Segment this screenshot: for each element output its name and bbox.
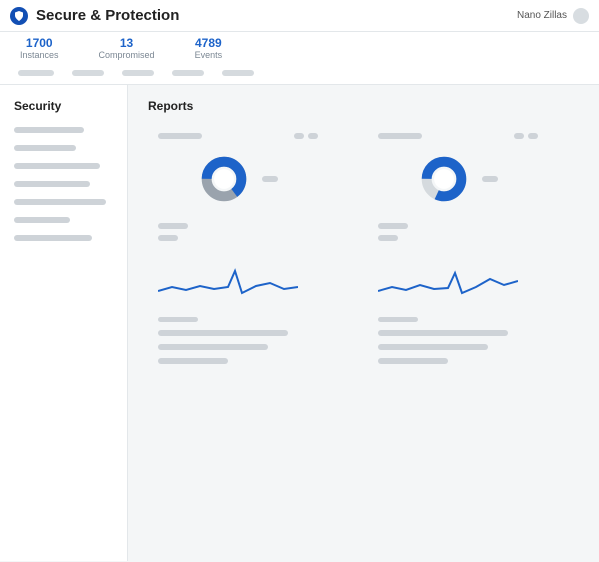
stat-instances[interactable]: 1700 Instances — [20, 37, 59, 60]
detail-heading-placeholder — [158, 317, 198, 322]
card-actions — [294, 133, 318, 139]
stat-value: 1700 — [20, 37, 59, 50]
detail-line-placeholder — [378, 330, 508, 336]
filter-pill[interactable] — [222, 70, 254, 76]
metric-placeholder — [378, 235, 398, 241]
filter-pill[interactable] — [18, 70, 54, 76]
donut-legend — [482, 176, 498, 182]
card-details — [378, 317, 538, 364]
app-title: Secure & Protection — [36, 7, 179, 24]
card-title-placeholder — [158, 133, 202, 139]
report-card — [158, 133, 318, 372]
metric-placeholder — [158, 235, 178, 241]
card-action[interactable] — [308, 133, 318, 139]
sidebar-item[interactable] — [14, 127, 84, 133]
metric-placeholder — [378, 223, 408, 229]
main-content: Reports — [128, 85, 599, 561]
filter-pill[interactable] — [72, 70, 104, 76]
sparkline-chart — [158, 263, 318, 303]
card-details — [158, 317, 318, 364]
sidebar-item[interactable] — [14, 181, 90, 187]
sidebar-title: Security — [14, 99, 113, 113]
donut-chart — [198, 153, 250, 205]
sidebar-item[interactable] — [14, 163, 100, 169]
sidebar: Security — [0, 85, 128, 561]
filter-pill[interactable] — [122, 70, 154, 76]
stat-label: Events — [195, 50, 223, 60]
detail-line-placeholder — [158, 358, 228, 364]
card-title-placeholder — [378, 133, 422, 139]
card-actions — [514, 133, 538, 139]
detail-line-placeholder — [158, 344, 268, 350]
stat-value: 13 — [99, 37, 155, 50]
filter-pills — [10, 60, 589, 76]
detail-line-placeholder — [158, 330, 288, 336]
filter-pill[interactable] — [172, 70, 204, 76]
stat-label: Compromised — [99, 50, 155, 60]
main-title: Reports — [148, 99, 579, 113]
stat-value: 4789 — [195, 37, 223, 50]
sidebar-item[interactable] — [14, 217, 70, 223]
sidebar-item[interactable] — [14, 235, 92, 241]
detail-heading-placeholder — [378, 317, 418, 322]
detail-line-placeholder — [378, 344, 488, 350]
donut-legend — [262, 176, 278, 182]
report-card — [378, 133, 538, 372]
card-action[interactable] — [294, 133, 304, 139]
stats-bar: 1700 Instances 13 Compromised 4789 Event… — [0, 32, 599, 85]
card-action[interactable] — [514, 133, 524, 139]
sidebar-item[interactable] — [14, 199, 106, 205]
stat-label: Instances — [20, 50, 59, 60]
stat-events[interactable]: 4789 Events — [195, 37, 223, 60]
metric-placeholder — [158, 223, 188, 229]
top-bar: Secure & Protection Nano Zillas — [0, 0, 599, 32]
donut-chart — [418, 153, 470, 205]
card-action[interactable] — [528, 133, 538, 139]
shield-icon — [10, 7, 28, 25]
sidebar-item[interactable] — [14, 145, 76, 151]
user-name[interactable]: Nano Zillas — [517, 10, 567, 21]
stat-compromised[interactable]: 13 Compromised — [99, 37, 155, 60]
sparkline-chart — [378, 263, 538, 303]
detail-line-placeholder — [378, 358, 448, 364]
avatar[interactable] — [573, 8, 589, 24]
